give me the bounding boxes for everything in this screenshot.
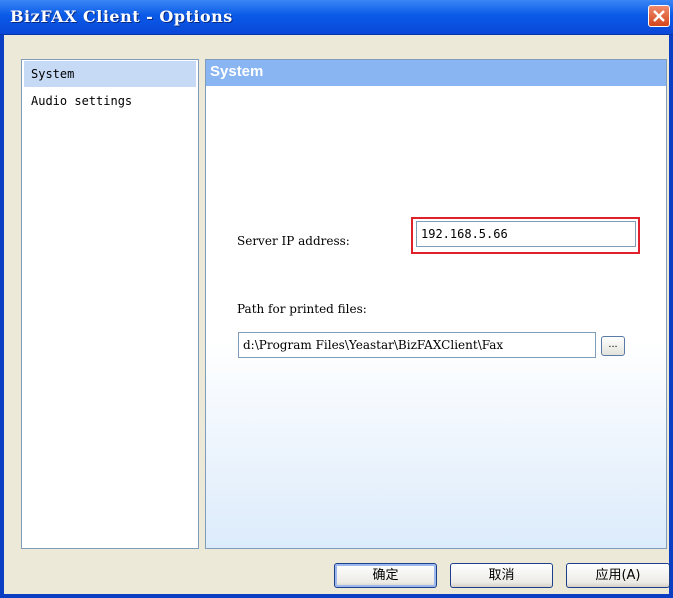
nav-item-audio-settings[interactable]: Audio settings bbox=[24, 88, 196, 114]
dialog-body: System Audio settings System Server IP a… bbox=[4, 35, 670, 594]
server-ip-input[interactable]: 192.168.5.66 bbox=[416, 221, 636, 247]
options-category-list: System Audio settings bbox=[21, 59, 199, 549]
close-icon bbox=[653, 10, 665, 22]
close-button[interactable] bbox=[648, 5, 670, 27]
server-ip-label: Server IP address: bbox=[237, 234, 350, 248]
ok-button[interactable]: 确定 bbox=[334, 563, 437, 588]
title-bar[interactable]: BizFAX Client - Options bbox=[0, 0, 673, 35]
options-dialog: BizFAX Client - Options System Audio set… bbox=[0, 0, 673, 598]
panel-title: System bbox=[206, 60, 666, 86]
apply-button[interactable]: 应用(A) bbox=[566, 563, 670, 588]
window-title: BizFAX Client - Options bbox=[10, 7, 233, 26]
path-label: Path for printed files: bbox=[237, 302, 367, 316]
path-input[interactable]: d:\Program Files\Yeastar\BizFAXClient\Fa… bbox=[238, 332, 596, 358]
nav-item-system[interactable]: System bbox=[24, 61, 196, 87]
panel-content bbox=[206, 86, 666, 548]
cancel-button[interactable]: 取消 bbox=[450, 563, 553, 588]
browse-button[interactable]: ... bbox=[601, 336, 625, 356]
